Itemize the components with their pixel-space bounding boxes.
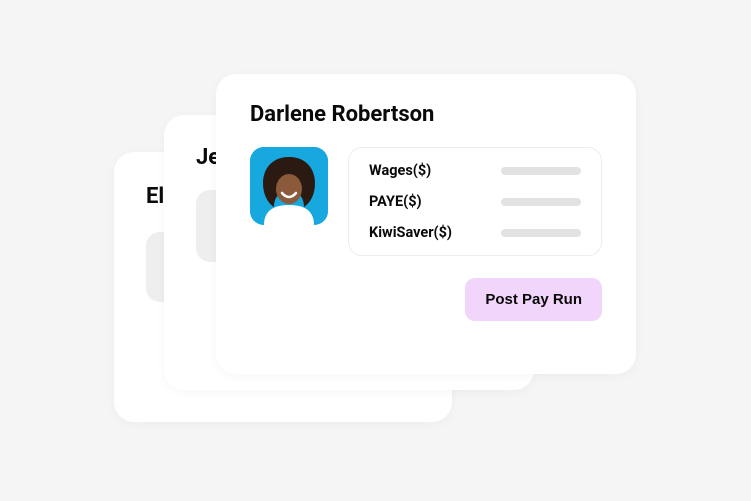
value-placeholder bbox=[501, 229, 581, 237]
employee-name: Darlene Robertson bbox=[250, 102, 602, 127]
payrun-card-front: Darlene Robertson Wages($) PAYE($) bbox=[216, 74, 636, 374]
avatar-icon bbox=[250, 147, 328, 225]
pay-field-label: KiwiSaver($) bbox=[369, 224, 452, 241]
button-row: Post Pay Run bbox=[250, 278, 602, 321]
employee-avatar bbox=[250, 147, 328, 225]
value-placeholder bbox=[501, 198, 581, 206]
value-placeholder bbox=[501, 167, 581, 175]
post-pay-run-button[interactable]: Post Pay Run bbox=[465, 278, 602, 321]
card-body: Wages($) PAYE($) KiwiSaver($) bbox=[250, 147, 602, 256]
pay-details-box: Wages($) PAYE($) KiwiSaver($) bbox=[348, 147, 602, 256]
pay-field-row: KiwiSaver($) bbox=[369, 224, 581, 241]
pay-field-row: Wages($) bbox=[369, 162, 581, 179]
pay-field-label: PAYE($) bbox=[369, 193, 422, 210]
pay-field-row: PAYE($) bbox=[369, 193, 581, 210]
pay-field-label: Wages($) bbox=[369, 162, 431, 179]
